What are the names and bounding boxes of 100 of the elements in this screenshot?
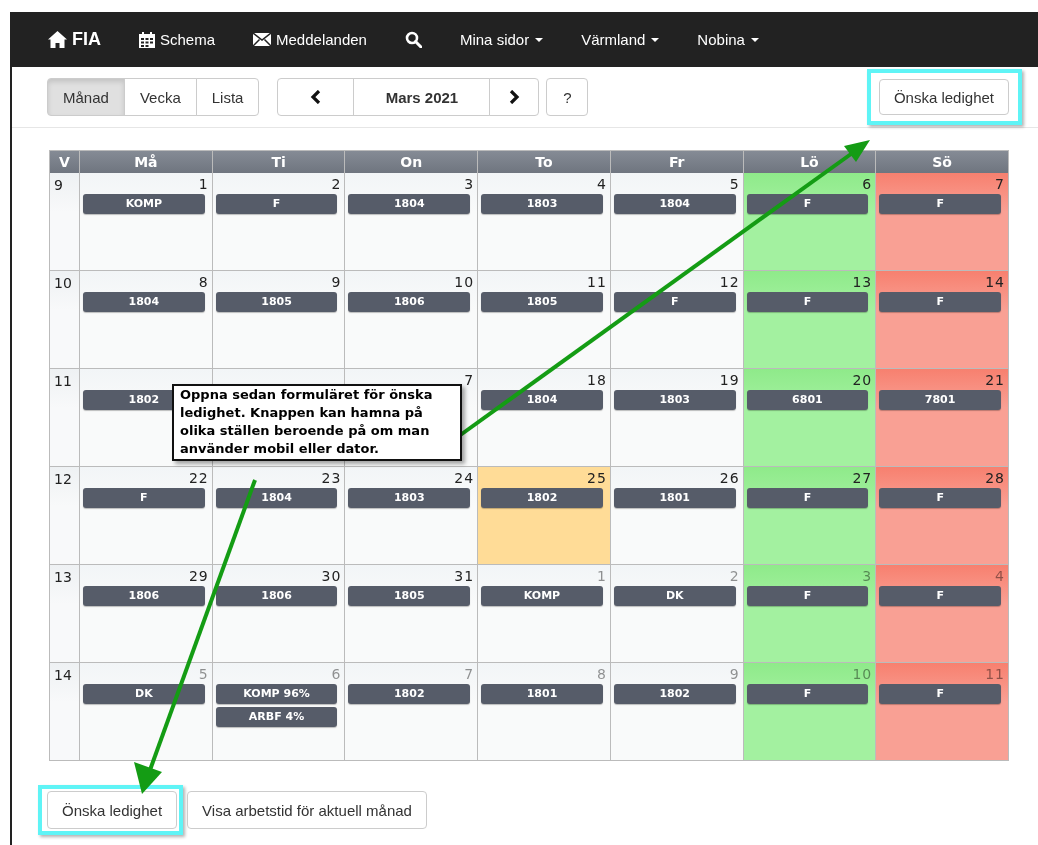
day-cell[interactable]: 6 KOMP 96% ARBF 4% xyxy=(212,663,346,761)
weekday-header: Fr xyxy=(610,151,744,173)
request-leave-button[interactable]: Önska ledighet xyxy=(878,79,1009,115)
period-button[interactable]: Mars 2021 xyxy=(353,78,491,116)
day-cell[interactable]: 22 F xyxy=(80,467,213,565)
shift-label[interactable]: F xyxy=(746,684,869,704)
shift-label[interactable]: 1804 xyxy=(348,194,471,214)
shift-label[interactable]: 1806 xyxy=(83,586,205,606)
shift-label[interactable]: F xyxy=(879,684,1001,704)
day-cell[interactable]: 26 1801 xyxy=(610,467,744,565)
shift-label[interactable]: F xyxy=(879,194,1001,214)
sunday-cell[interactable]: 14 F xyxy=(876,271,1009,369)
day-cell[interactable]: 7 1802 xyxy=(345,663,479,761)
shift-label[interactable]: 1802 xyxy=(613,684,736,704)
shift-label[interactable]: 1806 xyxy=(215,586,338,606)
shift-label[interactable]: 1803 xyxy=(481,194,603,214)
day-cell[interactable]: 9 1802 xyxy=(610,663,744,761)
menu-dropdown[interactable]: Mina sidor xyxy=(459,12,544,67)
day-cell[interactable]: 18 1804 xyxy=(478,369,611,467)
sunday-cell[interactable]: 11 F xyxy=(876,663,1009,761)
shift-label[interactable]: 1803 xyxy=(348,488,471,508)
menu-dropdown[interactable]: Värmland xyxy=(581,12,660,67)
day-cell[interactable]: 30 1806 xyxy=(212,565,346,663)
shift-label[interactable]: F xyxy=(746,292,869,312)
day-cell[interactable]: 19 1803 xyxy=(610,369,744,467)
next-button[interactable] xyxy=(489,78,540,116)
day-cell[interactable]: 1 KOMP xyxy=(478,565,611,663)
day-cell[interactable]: 5 DK xyxy=(80,663,213,761)
shift-label[interactable]: 1805 xyxy=(481,292,603,312)
day-cell[interactable]: 9 1805 xyxy=(212,271,346,369)
shift-label[interactable]: 1804 xyxy=(613,194,736,214)
shift-label[interactable]: KOMP xyxy=(83,194,205,214)
home-link[interactable]: FIA xyxy=(48,12,101,67)
shift-label[interactable]: F xyxy=(746,586,869,606)
day-cell[interactable]: 8 1804 xyxy=(80,271,213,369)
weekday-header: Ti xyxy=(212,151,346,173)
day-cell[interactable]: 29 1806 xyxy=(80,565,213,663)
shift-label[interactable]: 1805 xyxy=(215,292,338,312)
day-cell[interactable]: 11 1805 xyxy=(478,271,611,369)
day-cell[interactable]: 12 F xyxy=(610,271,744,369)
shift-label[interactable]: 1804 xyxy=(481,390,603,410)
shift-label[interactable]: F xyxy=(83,488,205,508)
day-cell[interactable]: 2 DK xyxy=(610,565,744,663)
sunday-cell[interactable]: 7 F xyxy=(876,173,1009,271)
day-cell[interactable]: 23 1804 xyxy=(212,467,346,565)
shift-label[interactable]: 1804 xyxy=(83,292,205,312)
shift-label[interactable]: 7801 xyxy=(879,390,1001,410)
view-tab[interactable]: Lista xyxy=(195,78,260,116)
sunday-cell[interactable]: 4 F xyxy=(876,565,1009,663)
schedule-link[interactable]: Schema xyxy=(139,12,216,67)
shift-label[interactable]: 6801 xyxy=(746,390,869,410)
date-number: 25 xyxy=(587,469,607,488)
day-cell[interactable]: 4 1803 xyxy=(478,173,611,271)
date-number: 10 xyxy=(454,273,475,292)
day-cell[interactable]: 3 1804 xyxy=(345,173,479,271)
shift-label[interactable]: 1806 xyxy=(348,292,471,312)
day-cell[interactable]: 5 1804 xyxy=(610,173,744,271)
saturday-cell[interactable]: 27 F xyxy=(743,467,877,565)
week-number: 10 xyxy=(54,275,72,291)
day-cell[interactable]: 2 F xyxy=(212,173,346,271)
shift-label[interactable]: KOMP 96% xyxy=(215,684,338,704)
show-hours-button[interactable]: Visa arbetstid för aktuell månad xyxy=(187,791,427,829)
shift-label[interactable]: 1804 xyxy=(215,488,338,508)
shift-label[interactable]: DK xyxy=(613,586,736,606)
shift-label[interactable]: F xyxy=(879,488,1001,508)
sunday-cell[interactable]: 21 7801 xyxy=(876,369,1009,467)
day-cell[interactable]: 24 1803 xyxy=(345,467,479,565)
day-cell[interactable]: 1 KOMP xyxy=(80,173,213,271)
messages-link[interactable]: Meddelanden xyxy=(253,12,367,67)
shift-label[interactable]: 1801 xyxy=(481,684,603,704)
request-leave-button[interactable]: Önska ledighet xyxy=(47,791,178,829)
sunday-cell[interactable]: 28 F xyxy=(876,467,1009,565)
shift-label[interactable]: F xyxy=(879,586,1001,606)
saturday-cell[interactable]: 13 F xyxy=(743,271,877,369)
shift-label[interactable]: ARBF 4% xyxy=(215,707,338,727)
shift-label[interactable]: 1802 xyxy=(348,684,471,704)
help-button[interactable]: ? xyxy=(546,78,589,116)
shift-label[interactable]: 1801 xyxy=(613,488,736,508)
shift-label[interactable]: F xyxy=(215,194,338,214)
saturday-cell[interactable]: 6 F xyxy=(743,173,877,271)
today-cell[interactable]: 25 1802 xyxy=(478,467,611,565)
saturday-cell[interactable]: 3 F xyxy=(743,565,877,663)
shift-label[interactable]: 1803 xyxy=(613,390,736,410)
day-cell[interactable]: 10 1806 xyxy=(345,271,479,369)
shift-label[interactable]: F xyxy=(879,292,1001,312)
view-tab[interactable]: Månad xyxy=(47,78,125,116)
saturday-cell[interactable]: 20 6801 xyxy=(743,369,877,467)
day-cell[interactable]: 8 1801 xyxy=(478,663,611,761)
previous-button[interactable] xyxy=(277,78,355,116)
shift-label[interactable]: F xyxy=(746,488,869,508)
shift-label[interactable]: F xyxy=(746,194,869,214)
shift-label[interactable]: 1802 xyxy=(481,488,603,508)
saturday-cell[interactable]: 10 F xyxy=(743,663,877,761)
shift-label[interactable]: KOMP xyxy=(481,586,603,606)
shift-label[interactable]: DK xyxy=(83,684,205,704)
shift-label[interactable]: F xyxy=(613,292,736,312)
day-cell[interactable]: 31 1805 xyxy=(345,565,479,663)
shift-label[interactable]: 1805 xyxy=(348,586,471,606)
view-tab[interactable]: Vecka xyxy=(123,78,197,116)
menu-dropdown[interactable]: Nobina xyxy=(697,12,759,67)
